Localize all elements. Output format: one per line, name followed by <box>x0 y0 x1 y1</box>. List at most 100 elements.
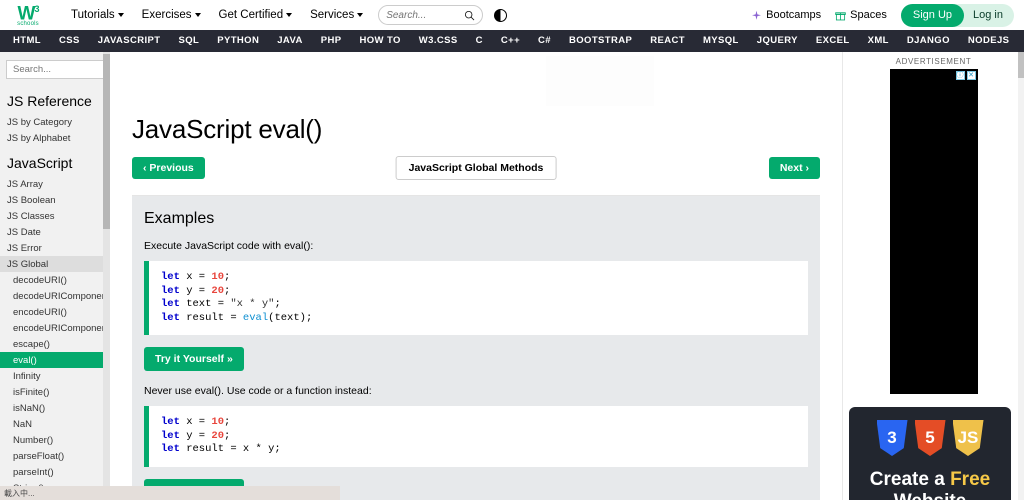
tutorial-nav-buttons: ‹ Previous JavaScript Global Methods Nex… <box>132 156 820 180</box>
header-search-box[interactable] <box>378 5 484 25</box>
technav-item-python[interactable]: PYTHON <box>208 30 268 52</box>
example-1-code-block: let x = 10; let y = 20; let text = "x * … <box>144 261 808 335</box>
try-it-yourself-button-1[interactable]: Try it Yourself » <box>144 347 244 371</box>
technav-item-php[interactable]: PHP <box>312 30 351 52</box>
technav-item-nodejs[interactable]: NODEJS <box>959 30 1018 52</box>
header-right-group: Bootcamps Spaces Sign Up Log in <box>751 3 1014 27</box>
nav-item-get-certified[interactable]: Get Certified <box>210 4 302 26</box>
sidebar-item-isfinite[interactable]: isFinite() <box>0 384 110 400</box>
ad-info-icon[interactable]: ⓘ <box>955 71 965 80</box>
sign-up-button[interactable]: Sign Up <box>900 3 965 27</box>
promo-line2: Website <box>894 491 967 500</box>
primary-nav: Tutorials Exercises Get Certified Servic… <box>62 4 372 26</box>
page-scrollbar-thumb[interactable] <box>1018 52 1024 78</box>
technav-item-django[interactable]: DJANGO <box>898 30 959 52</box>
nav-item-tutorials[interactable]: Tutorials <box>62 4 133 26</box>
sidebar-item-js-error[interactable]: JS Error <box>0 240 110 256</box>
next-button[interactable]: Next › <box>768 157 820 179</box>
nav-item-services[interactable]: Services <box>301 4 372 26</box>
technav-item-bootstrap[interactable]: BOOTSTRAP <box>560 30 641 52</box>
sidebar-item-escape[interactable]: escape() <box>0 336 110 352</box>
technology-nav-bar[interactable]: HTML CSS JAVASCRIPT SQL PYTHON JAVA PHP … <box>0 30 1024 52</box>
sidebar-scrollbar[interactable] <box>103 52 110 500</box>
spaces-label: Spaces <box>850 9 887 21</box>
nav-item-exercises[interactable]: Exercises <box>133 4 210 26</box>
technav-item-cpp[interactable]: C++ <box>492 30 529 52</box>
sidebar-search-input[interactable] <box>13 64 97 75</box>
sidebar-item-parseint[interactable]: parseInt() <box>0 464 110 480</box>
advertisement-column: ADVERTISEMENT ⓘ ✕ 3 5 JS Create a Free W… <box>842 52 1024 500</box>
sidebar-item-decodeuri[interactable]: decodeURI() <box>0 272 110 288</box>
bootcamps-label: Bootcamps <box>766 9 822 21</box>
sidebar-item-js-global[interactable]: JS Global <box>0 256 110 272</box>
technav-item-sql[interactable]: SQL <box>170 30 209 52</box>
promo-line1-a: Create a <box>869 469 951 490</box>
technav-item-csharp[interactable]: C# <box>529 30 560 52</box>
sidebar-item-infinity[interactable]: Infinity <box>0 368 110 384</box>
advertisement-banner[interactable]: ⓘ ✕ <box>889 69 978 394</box>
technav-item-react[interactable]: REACT <box>641 30 694 52</box>
technav-item-javascript[interactable]: JAVASCRIPT <box>89 30 170 52</box>
browser-status-bar: 載入中... <box>0 486 340 500</box>
technav-item-jquery[interactable]: JQUERY <box>748 30 807 52</box>
page-scrollbar[interactable] <box>1018 52 1024 500</box>
technav-item-html[interactable]: HTML <box>4 30 50 52</box>
log-in-button[interactable]: Log in <box>964 9 1014 21</box>
sidebar-item-js-by-category[interactable]: JS by Category <box>0 114 110 130</box>
main-content: JavaScript eval() ‹ Previous JavaScript … <box>110 52 842 500</box>
ad-close-icon[interactable]: ✕ <box>966 71 976 80</box>
logo-subtext: schools <box>17 21 39 28</box>
sidebar-item-encodeuri[interactable]: encodeURI() <box>0 304 110 320</box>
html5-shield-icon: 5 <box>914 420 946 456</box>
technav-item-mysql[interactable]: MYSQL <box>694 30 748 52</box>
technav-item-c[interactable]: C <box>467 30 492 52</box>
technav-item-excel[interactable]: EXCEL <box>807 30 859 52</box>
technav-item-java[interactable]: JAVA <box>268 30 312 52</box>
sidebar-item-js-by-alphabet[interactable]: JS by Alphabet <box>0 130 110 146</box>
site-header: W3 schools Tutorials Exercises Get Certi… <box>0 0 1024 30</box>
gift-icon <box>835 10 846 21</box>
promo-line1-highlight: Free <box>950 469 991 490</box>
css3-shield-icon: 3 <box>876 420 908 456</box>
sidebar-item-js-array[interactable]: JS Array <box>0 176 110 192</box>
search-icon <box>465 10 475 20</box>
sidebar-item-isnan[interactable]: isNaN() <box>0 400 110 416</box>
sidebar-item-nan[interactable]: NaN <box>0 416 110 432</box>
create-free-website-promo[interactable]: 3 5 JS Create a Free Website <box>849 407 1011 500</box>
sparkle-icon <box>751 10 762 21</box>
sidebar-item-js-date[interactable]: JS Date <box>0 224 110 240</box>
sidebar-item-eval[interactable]: eval() <box>0 352 110 368</box>
sidebar-item-parsefloat[interactable]: parseFloat() <box>0 448 110 464</box>
promo-text: Create a Free Website <box>870 469 990 500</box>
tech-shields: 3 5 JS <box>876 420 984 456</box>
previous-button[interactable]: ‹ Previous <box>132 157 205 179</box>
spaces-link[interactable]: Spaces <box>835 9 887 21</box>
sidebar-item-js-classes[interactable]: JS Classes <box>0 208 110 224</box>
global-methods-button[interactable]: JavaScript Global Methods <box>395 156 557 180</box>
sidebar-search-box[interactable] <box>6 60 104 79</box>
page-body: JS Reference JS by Category JS by Alphab… <box>0 52 1024 500</box>
technav-item-xml[interactable]: XML <box>859 30 898 52</box>
technav-item-r[interactable]: R <box>1018 30 1024 52</box>
technav-item-w3css[interactable]: W3.CSS <box>410 30 467 52</box>
sidebar-scrollbar-thumb[interactable] <box>103 54 110 229</box>
dark-mode-toggle-icon[interactable] <box>494 8 508 22</box>
sidebar-item-js-boolean[interactable]: JS Boolean <box>0 192 110 208</box>
auth-group: Sign Up Log in <box>900 3 1014 27</box>
inline-ad-placeholder <box>546 56 654 106</box>
technav-item-css[interactable]: CSS <box>50 30 89 52</box>
example-1-description: Execute JavaScript code with eval(): <box>144 240 314 252</box>
sidebar-heading-js-reference: JS Reference <box>7 93 92 109</box>
search-input[interactable] <box>386 9 465 21</box>
w3schools-logo[interactable]: W3 schools <box>6 2 50 28</box>
logo-mark: W3 <box>17 3 40 25</box>
sidebar-item-decodeuricomponent[interactable]: decodeURIComponent() <box>0 288 110 304</box>
ad-controls: ⓘ ✕ <box>955 71 976 80</box>
sidebar-item-number[interactable]: Number() <box>0 432 110 448</box>
bootcamps-link[interactable]: Bootcamps <box>751 9 821 21</box>
examples-heading: Examples <box>144 210 215 227</box>
sidebar-item-encodeuricomponent[interactable]: encodeURIComponent() <box>0 320 110 336</box>
javascript-shield-icon: JS <box>952 420 984 456</box>
technav-item-how-to[interactable]: HOW TO <box>351 30 410 52</box>
example-2-description: Never use eval(). Use code or a function… <box>144 385 372 397</box>
